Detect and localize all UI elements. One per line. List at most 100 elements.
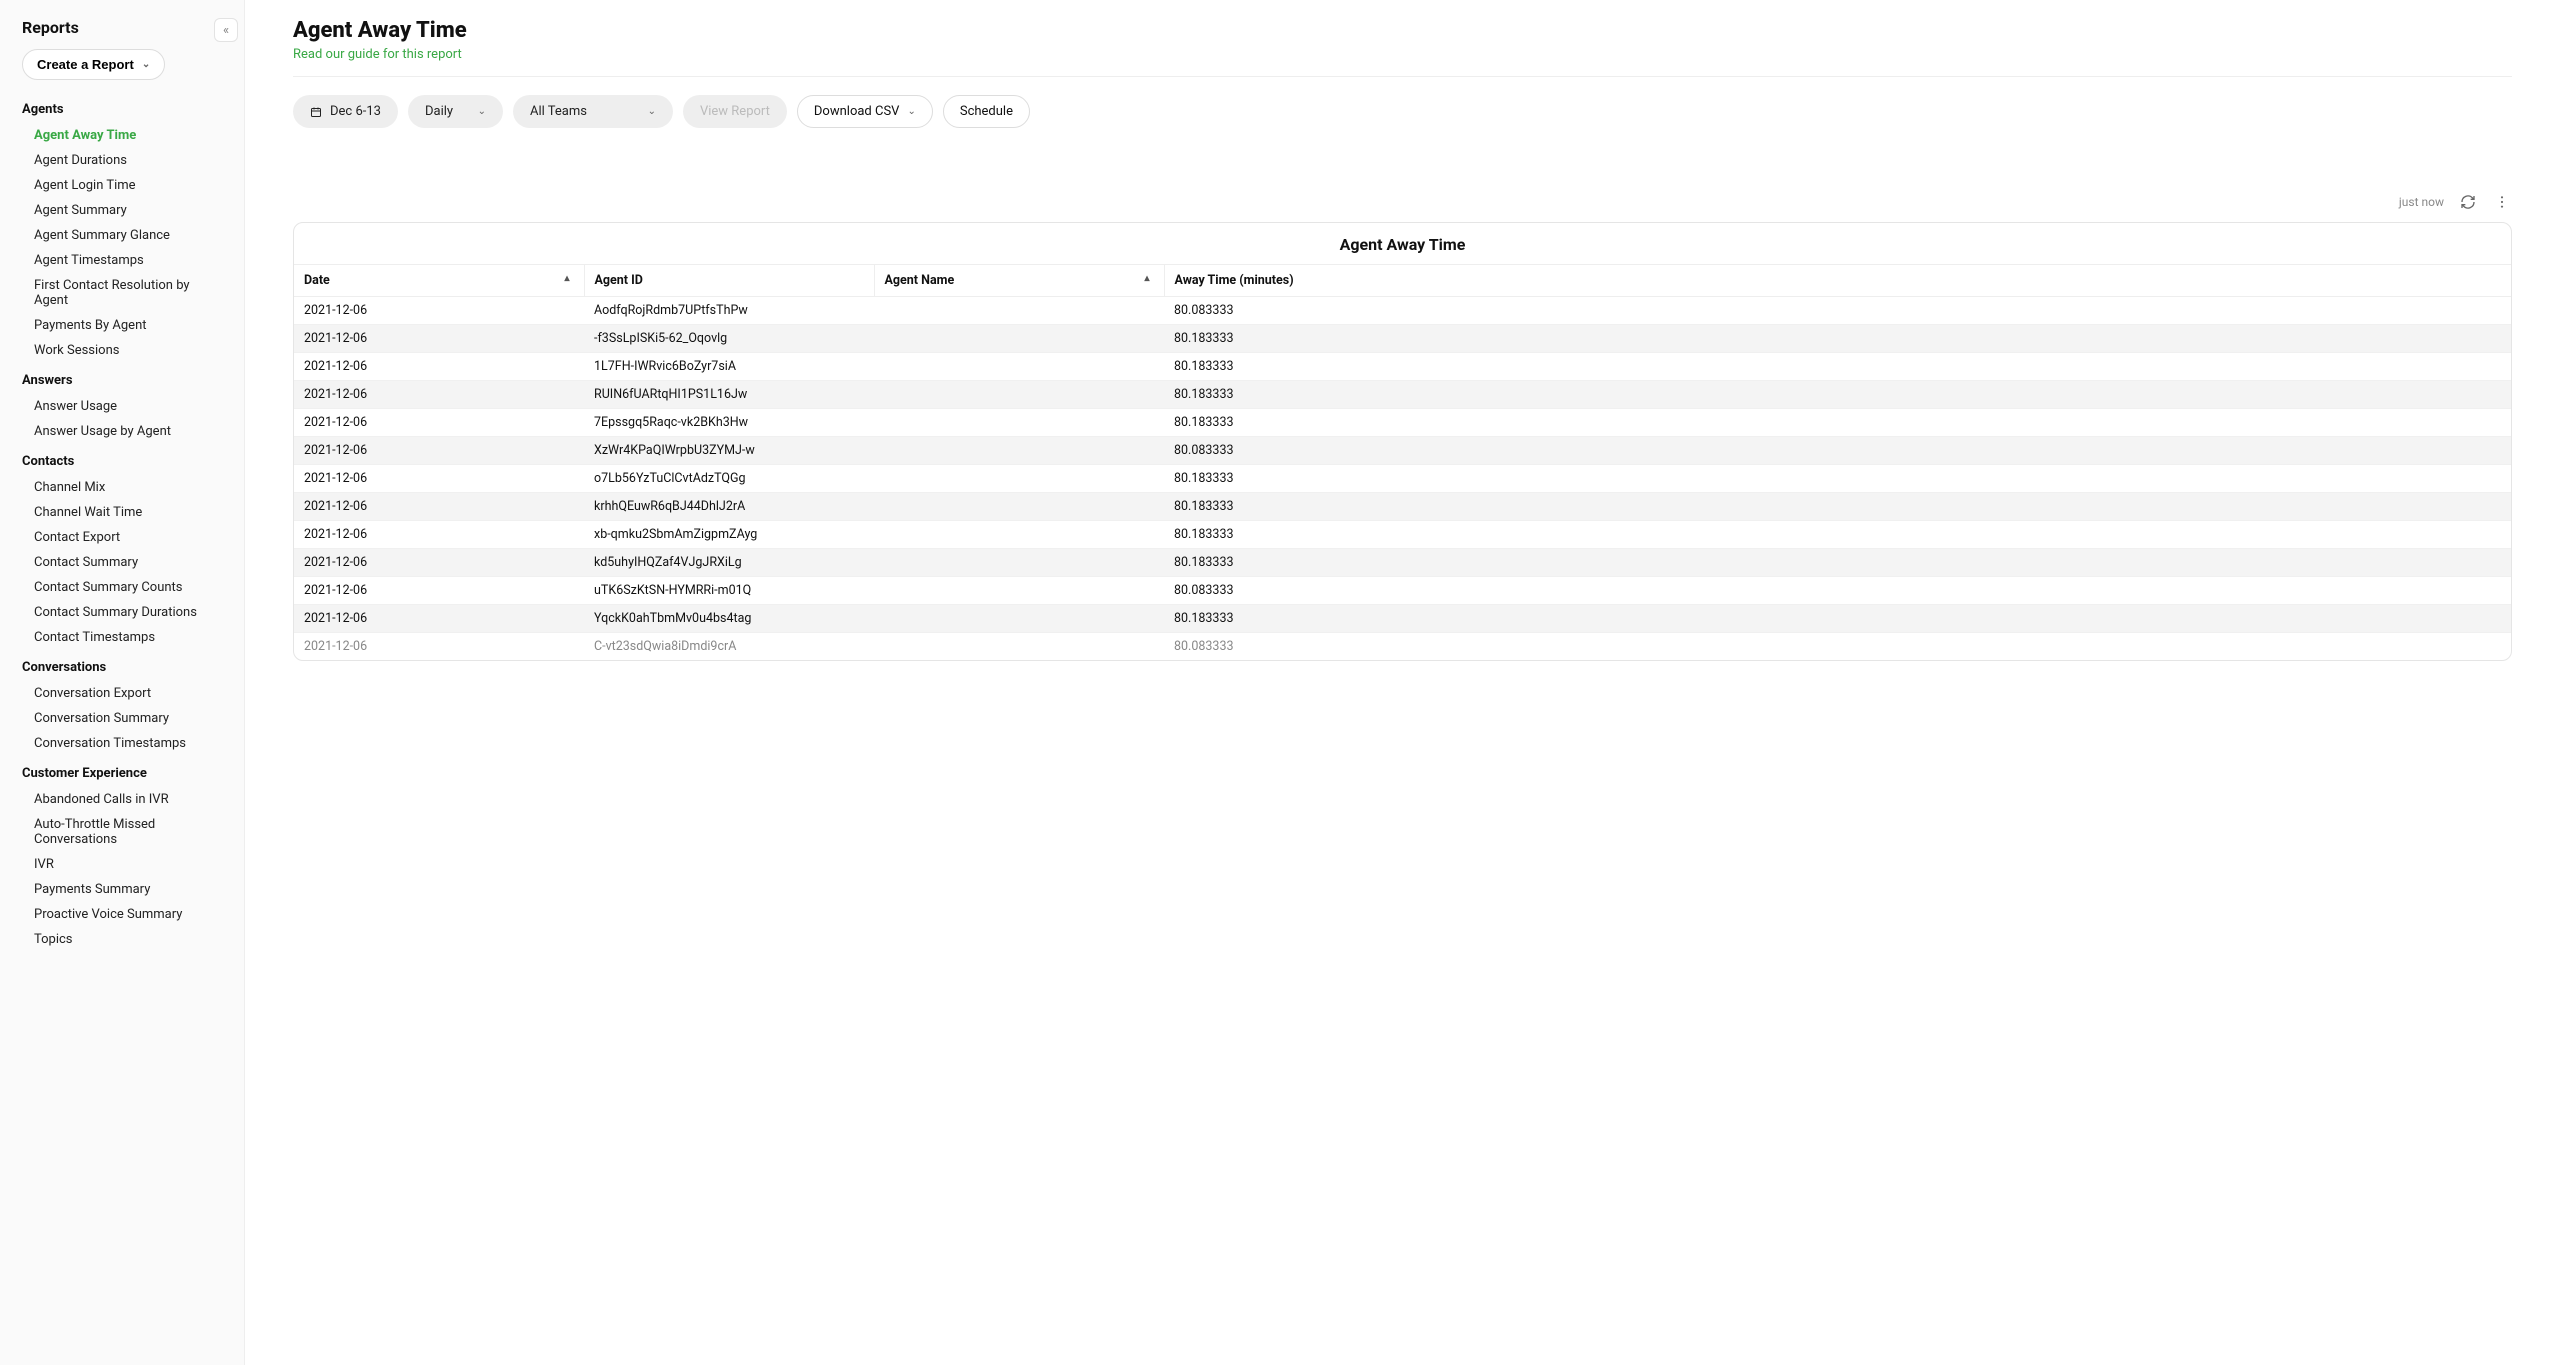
column-header-agent-id[interactable]: Agent ID [584, 265, 874, 297]
chevron-double-left-icon: « [223, 23, 229, 38]
table-cell: 2021-12-06 [294, 465, 584, 493]
report-table: Date ▴ Agent ID Agent Name ▴ Away Time (… [294, 264, 2511, 660]
table-cell: 80.083333 [1164, 437, 2511, 465]
table-cell: YqckK0ahTbmMv0u4bs4tag [584, 605, 874, 633]
table-cell: 2021-12-06 [294, 325, 584, 353]
table-cell: 2021-12-06 [294, 549, 584, 577]
calendar-icon [310, 106, 322, 118]
table-row: 2021-12-06XzWr4KPaQIWrpbU3ZYMJ-w80.08333… [294, 437, 2511, 465]
table-cell [874, 381, 1164, 409]
table-row: 2021-12-06YqckK0ahTbmMv0u4bs4tag 80.18333… [294, 605, 2511, 633]
sidebar-item[interactable]: Auto-Throttle Missed Conversations [22, 812, 222, 852]
sidebar-item[interactable]: Topics [22, 927, 222, 952]
sidebar-section-title: Conversations [22, 660, 222, 675]
table-title: Agent Away Time [294, 223, 2511, 264]
table-cell: 80.183333 [1164, 549, 2511, 577]
sidebar-item[interactable]: Conversation Timestamps [22, 731, 222, 756]
sidebar-item[interactable]: Agent Summary [22, 198, 222, 223]
table-cell: 2021-12-06 [294, 353, 584, 381]
interval-select[interactable]: Daily ⌄ [408, 95, 503, 128]
column-header-agent-name[interactable]: Agent Name ▴ [874, 265, 1164, 297]
column-label: Away Time (minutes) [1175, 273, 1294, 288]
sidebar-section: AnswersAnswer UsageAnswer Usage by Agent [0, 373, 244, 444]
sidebar-item[interactable]: Payments Summary [22, 877, 222, 902]
sidebar-item[interactable]: Agent Durations [22, 148, 222, 173]
sidebar: Reports « Create a Report ⌄ Agents Agent … [0, 0, 245, 1365]
sidebar-item[interactable]: Contact Summary Counts [22, 575, 222, 600]
table-cell: 80.083333 [1164, 297, 2511, 325]
sidebar-item[interactable]: Channel Wait Time [22, 500, 222, 525]
table-cell [874, 549, 1164, 577]
main-content: Agent Away Time Read our guide for this … [245, 0, 2560, 1365]
table-cell: 2021-12-06 [294, 381, 584, 409]
date-range-picker[interactable]: Dec 6-13 [293, 95, 398, 128]
sidebar-section: ContactsChannel MixChannel Wait TimeCont… [0, 454, 244, 650]
table-cell: 80.183333 [1164, 381, 2511, 409]
sidebar-item[interactable]: Conversation Summary [22, 706, 222, 731]
create-report-button[interactable]: Create a Report ⌄ [22, 49, 165, 80]
chevron-down-icon: ⌄ [478, 106, 486, 117]
table-cell: 2021-12-06 [294, 493, 584, 521]
table-cell [874, 605, 1164, 633]
sidebar-item[interactable]: IVR [22, 852, 222, 877]
sidebar-item[interactable]: Answer Usage [22, 394, 222, 419]
more-vertical-icon [2494, 194, 2510, 210]
table-cell: 2021-12-06 [294, 633, 584, 661]
table-row: 2021-12-067Epssgq5Raqc-vk2BKh3Hw80.18333… [294, 409, 2511, 437]
table-cell: 2021-12-06 [294, 297, 584, 325]
sidebar-item[interactable]: Agent Timestamps [22, 248, 222, 273]
sidebar-section: ConversationsConversation ExportConversa… [0, 660, 244, 756]
column-label: Date [304, 273, 330, 288]
download-csv-button[interactable]: Download CSV ⌄ [797, 95, 933, 128]
create-report-label: Create a Report [37, 57, 134, 72]
sidebar-item[interactable]: Agent Away Time [22, 123, 222, 148]
sidebar-item[interactable]: Agent Login Time [22, 173, 222, 198]
table-cell: 80.183333 [1164, 465, 2511, 493]
sidebar-item[interactable]: Agent Summary Glance [22, 223, 222, 248]
chevron-down-icon: ⌄ [648, 106, 656, 117]
sidebar-item[interactable]: Channel Mix [22, 475, 222, 500]
teams-select[interactable]: All Teams ⌄ [513, 95, 673, 128]
refresh-button[interactable] [2458, 192, 2478, 212]
guide-link[interactable]: Read our guide for this report [293, 47, 2512, 62]
sidebar-item[interactable]: Contact Timestamps [22, 625, 222, 650]
table-cell [874, 437, 1164, 465]
table-cell: 2021-12-06 [294, 605, 584, 633]
chevron-down-icon: ⌄ [142, 59, 150, 70]
sidebar-item[interactable]: First Contact Resolution by Agent [22, 273, 222, 313]
table-cell: 80.183333 [1164, 605, 2511, 633]
table-cell: 80.183333 [1164, 493, 2511, 521]
sidebar-section-title: Agents [22, 102, 222, 117]
sidebar-item[interactable]: Contact Summary [22, 550, 222, 575]
table-cell: 80.083333 [1164, 577, 2511, 605]
more-menu-button[interactable] [2492, 192, 2512, 212]
sidebar-item[interactable]: Proactive Voice Summary [22, 902, 222, 927]
toolbar: Dec 6-13 Daily ⌄ All Teams ⌄ View Report… [293, 95, 2512, 128]
table-cell [874, 465, 1164, 493]
sidebar-title: Reports [22, 18, 79, 37]
date-range-label: Dec 6-13 [330, 104, 381, 119]
schedule-button[interactable]: Schedule [943, 95, 1030, 128]
sidebar-item[interactable]: Payments By Agent [22, 313, 222, 338]
sidebar-item[interactable]: Abandoned Calls in IVR [22, 787, 222, 812]
sidebar-item[interactable]: Contact Export [22, 525, 222, 550]
table-cell [874, 521, 1164, 549]
table-cell: RUIN6fUARtqHI1PS1L16Jw [584, 381, 874, 409]
column-header-away-time[interactable]: Away Time (minutes) [1164, 265, 2511, 297]
column-header-date[interactable]: Date ▴ [294, 265, 584, 297]
table-cell: -f3SsLpISKi5-62_Oqovlg [584, 325, 874, 353]
table-cell: XzWr4KPaQIWrpbU3ZYMJ-w [584, 437, 874, 465]
table-row: 2021-12-06kd5uhyIHQZaf4VJgJRXiLg80.18333… [294, 549, 2511, 577]
sidebar-item[interactable]: Answer Usage by Agent [22, 419, 222, 444]
table-cell: krhhQEuwR6qBJ44DhlJ2rA [584, 493, 874, 521]
column-label: Agent Name [885, 273, 955, 288]
sidebar-item[interactable]: Conversation Export [22, 681, 222, 706]
table-cell: C-vt23sdQwia8iDmdi9crA [584, 633, 874, 661]
sidebar-section-title: Contacts [22, 454, 222, 469]
sidebar-item[interactable]: Contact Summary Durations [22, 600, 222, 625]
collapse-sidebar-button[interactable]: « [214, 18, 238, 42]
table-cell [874, 325, 1164, 353]
download-csv-label: Download CSV [814, 104, 900, 119]
view-report-label: View Report [700, 104, 770, 119]
sidebar-item[interactable]: Work Sessions [22, 338, 222, 363]
